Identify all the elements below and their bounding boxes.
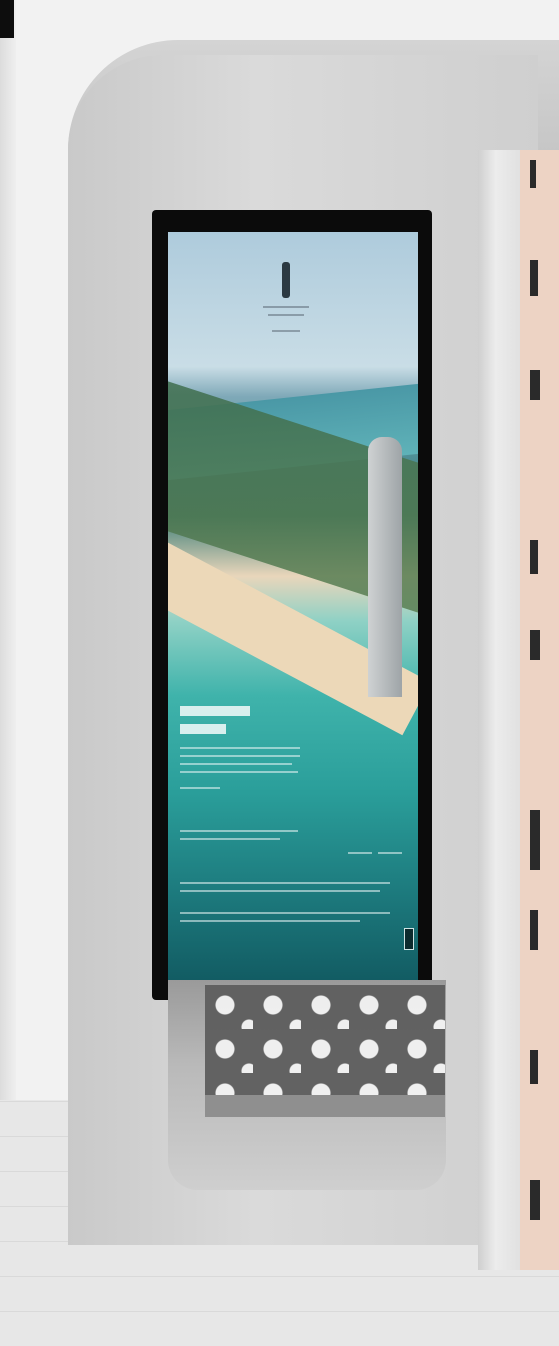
wall-pattern-mark <box>530 160 536 188</box>
body-text-line <box>180 830 298 832</box>
shelter-pillar <box>478 150 522 1270</box>
bench <box>205 1095 445 1117</box>
logo-text-line <box>263 306 309 308</box>
corner-black-block <box>0 0 14 38</box>
decorative-lattice-panel <box>205 985 445 1095</box>
body-text-line <box>180 912 390 914</box>
body-text-line <box>348 852 372 854</box>
body-text-line <box>180 920 360 922</box>
headline-line-1 <box>180 706 250 716</box>
hotel-logo-icon <box>282 262 290 298</box>
wall-pattern-mark <box>530 540 538 574</box>
body-text-line <box>180 838 280 840</box>
body-text-line <box>180 787 220 789</box>
body-text-line <box>378 852 402 854</box>
body-text-line <box>180 882 390 884</box>
wall-pattern-mark <box>530 810 540 870</box>
headline-line-2 <box>180 724 226 734</box>
body-text-line <box>180 763 292 765</box>
tower-building <box>368 437 402 697</box>
logo-text-line <box>268 314 304 316</box>
wall-pattern-mark <box>530 260 538 296</box>
shelter-scene <box>0 0 559 1346</box>
wall-pattern-mark <box>530 910 538 950</box>
back-wall <box>520 150 559 1270</box>
wall-pattern-mark <box>530 1050 538 1084</box>
body-text-line <box>180 771 298 773</box>
qr-badge-icon <box>404 928 414 950</box>
wall-pattern-mark <box>530 630 540 660</box>
billboard-screen <box>168 232 418 980</box>
body-text-line <box>180 747 300 749</box>
wall-pattern-mark <box>530 370 540 400</box>
logo-text-line <box>272 330 300 332</box>
wall-pattern-mark <box>530 1180 540 1220</box>
body-text-line <box>180 890 380 892</box>
body-text-line <box>180 755 300 757</box>
